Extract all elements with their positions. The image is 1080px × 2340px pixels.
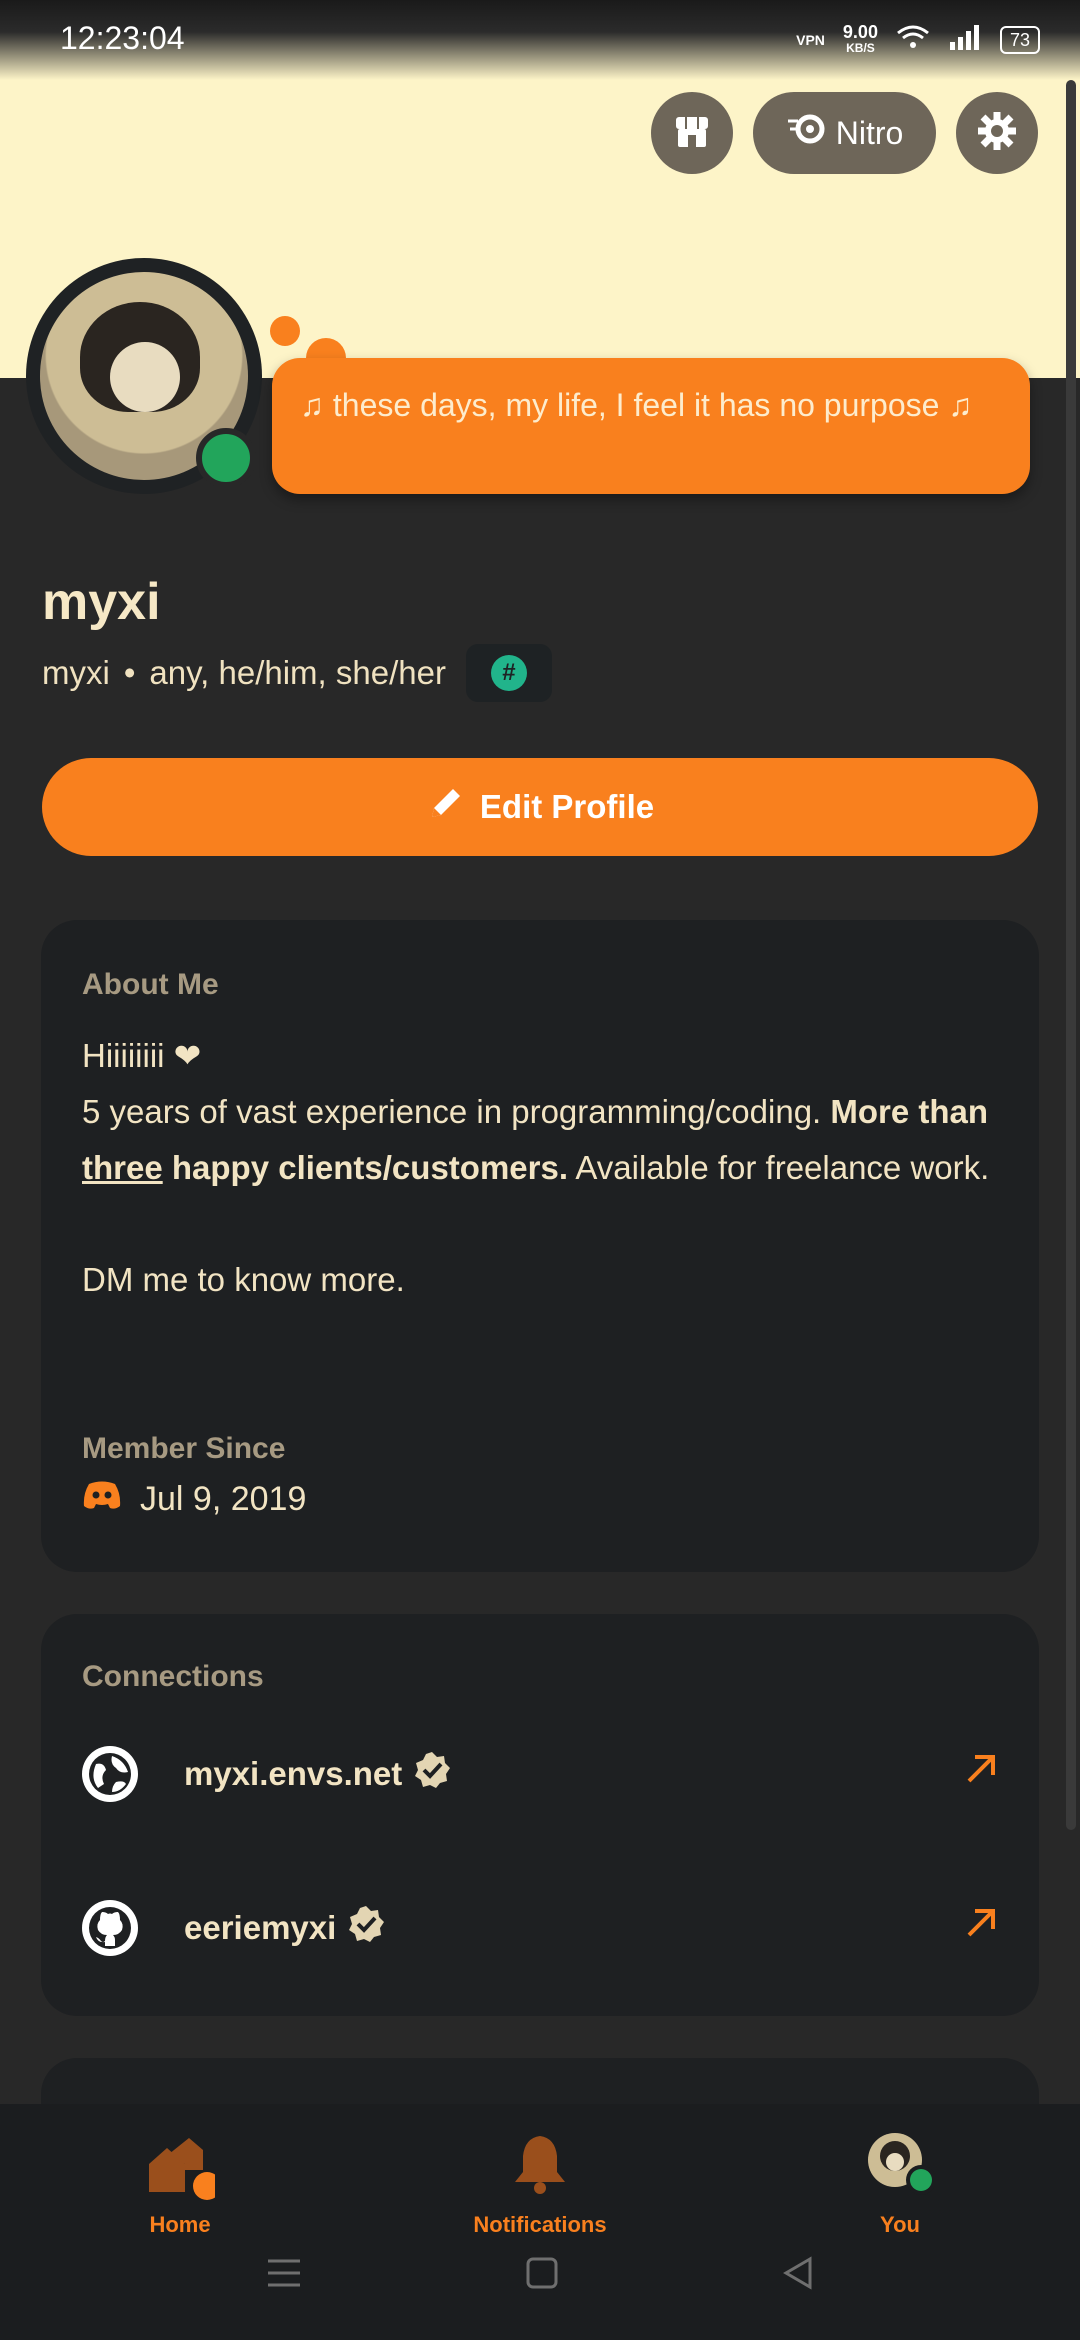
about-me-title: About Me bbox=[82, 968, 219, 1001]
battery-indicator: 73 bbox=[999, 26, 1040, 54]
member-since-row: Jul 9, 2019 bbox=[82, 1480, 306, 1519]
online-status-indicator bbox=[196, 428, 256, 488]
username: myxi bbox=[42, 654, 110, 691]
member-since-title: Member Since bbox=[82, 1432, 286, 1465]
separator-dot: • bbox=[123, 654, 136, 691]
connections-title: Connections bbox=[82, 1660, 264, 1693]
vpn-icon: VPN bbox=[796, 32, 825, 48]
signal-icon bbox=[948, 24, 982, 56]
shop-button[interactable] bbox=[651, 92, 733, 174]
about-line-2: 5 years of vast experience in programmin… bbox=[82, 1084, 999, 1196]
settings-button[interactable] bbox=[956, 92, 1038, 174]
about-line-2d: happy clients/customers. bbox=[162, 1149, 569, 1186]
connection-row-website[interactable]: myxi.envs.net bbox=[82, 1734, 999, 1814]
bell-icon bbox=[505, 2130, 575, 2200]
edit-profile-button[interactable]: Edit Profile bbox=[42, 758, 1038, 856]
net-speed: 9.00 KB/S bbox=[842, 22, 878, 56]
member-since-date: Jul 9, 2019 bbox=[140, 1480, 307, 1518]
connection-name-text: eeriemyxi bbox=[184, 1909, 337, 1946]
gear-icon bbox=[975, 109, 1019, 158]
nav-home-label: Home bbox=[149, 2212, 211, 2237]
status-bar: 12:23:04 VPN 9.00 KB/S 73 bbox=[0, 0, 1080, 80]
home-square-icon[interactable] bbox=[524, 2255, 560, 2301]
nav-home[interactable]: Home bbox=[80, 2130, 280, 2238]
thought-dot-small bbox=[270, 316, 300, 346]
external-link-icon[interactable] bbox=[963, 1751, 999, 1797]
connection-row-github[interactable]: eeriemyxi bbox=[82, 1888, 999, 1968]
about-line-2e: Available for freelance work. bbox=[568, 1149, 990, 1186]
about-line-2b: More than bbox=[830, 1093, 989, 1130]
system-nav-bar bbox=[0, 2255, 1080, 2301]
custom-status-bubble[interactable]: ♫ these days, my life, I feel it has no … bbox=[272, 358, 1030, 494]
connection-name-text: myxi.envs.net bbox=[184, 1755, 403, 1792]
net-speed-unit: KB/S bbox=[846, 41, 875, 55]
shop-icon bbox=[672, 111, 712, 156]
nav-you[interactable]: You bbox=[800, 2130, 1000, 2238]
nav-you-label: You bbox=[880, 2212, 920, 2237]
scrollbar[interactable] bbox=[1066, 80, 1076, 1830]
status-icons: VPN 9.00 KB/S 73 bbox=[796, 22, 1040, 56]
pencil-icon bbox=[426, 783, 466, 831]
you-avatar-icon bbox=[865, 2130, 936, 2200]
back-icon[interactable] bbox=[780, 2255, 816, 2301]
hashtag-badge[interactable]: # bbox=[465, 644, 552, 702]
about-line-3: DM me to know more. bbox=[82, 1261, 405, 1298]
globe-icon bbox=[82, 1746, 138, 1802]
discord-icon bbox=[82, 1480, 122, 1519]
external-link-icon[interactable] bbox=[963, 1905, 999, 1951]
nitro-label: Nitro bbox=[835, 114, 904, 151]
home-icon bbox=[145, 2130, 221, 2200]
nitro-button[interactable]: Nitro bbox=[753, 92, 936, 174]
nav-notifications-label: Notifications bbox=[473, 2212, 607, 2237]
edit-profile-label: Edit Profile bbox=[479, 788, 655, 825]
custom-status-text: ♫ these days, my life, I feel it has no … bbox=[300, 387, 973, 423]
nav-notifications[interactable]: Notifications bbox=[440, 2130, 640, 2238]
about-line-2a: 5 years of vast experience in programmin… bbox=[82, 1093, 831, 1130]
verified-icon bbox=[346, 1904, 386, 1952]
hashtag-icon: # bbox=[490, 655, 527, 691]
wifi-icon bbox=[896, 24, 930, 56]
status-time: 12:23:04 bbox=[60, 20, 185, 56]
avatar-face bbox=[110, 342, 180, 412]
nitro-icon bbox=[786, 111, 826, 155]
connection-name: myxi.envs.net bbox=[184, 1750, 452, 1798]
connection-name: eeriemyxi bbox=[184, 1904, 386, 1952]
connections-card: Connections myxi.envs.net eeriemyxi bbox=[41, 1614, 1039, 2016]
profile-subline: myxi • any, he/him, she/her # bbox=[42, 644, 552, 702]
menu-icon[interactable] bbox=[264, 2255, 304, 2301]
display-name: myxi bbox=[42, 573, 161, 631]
pronouns: any, he/him, she/her bbox=[149, 654, 446, 691]
about-line-2c: three bbox=[82, 1149, 163, 1186]
about-line-1: Hiiiiiiii ❤ bbox=[82, 1037, 202, 1074]
verified-icon bbox=[412, 1750, 452, 1798]
about-me-text: Hiiiiiiii ❤ 5 years of vast experience i… bbox=[82, 1028, 999, 1308]
github-icon bbox=[82, 1900, 138, 1956]
bottom-nav: Home Notifications You bbox=[0, 2104, 1080, 2340]
about-me-card: About Me Hiiiiiiii ❤ 5 years of vast exp… bbox=[41, 920, 1039, 1572]
net-speed-value: 9.00 bbox=[842, 22, 878, 42]
